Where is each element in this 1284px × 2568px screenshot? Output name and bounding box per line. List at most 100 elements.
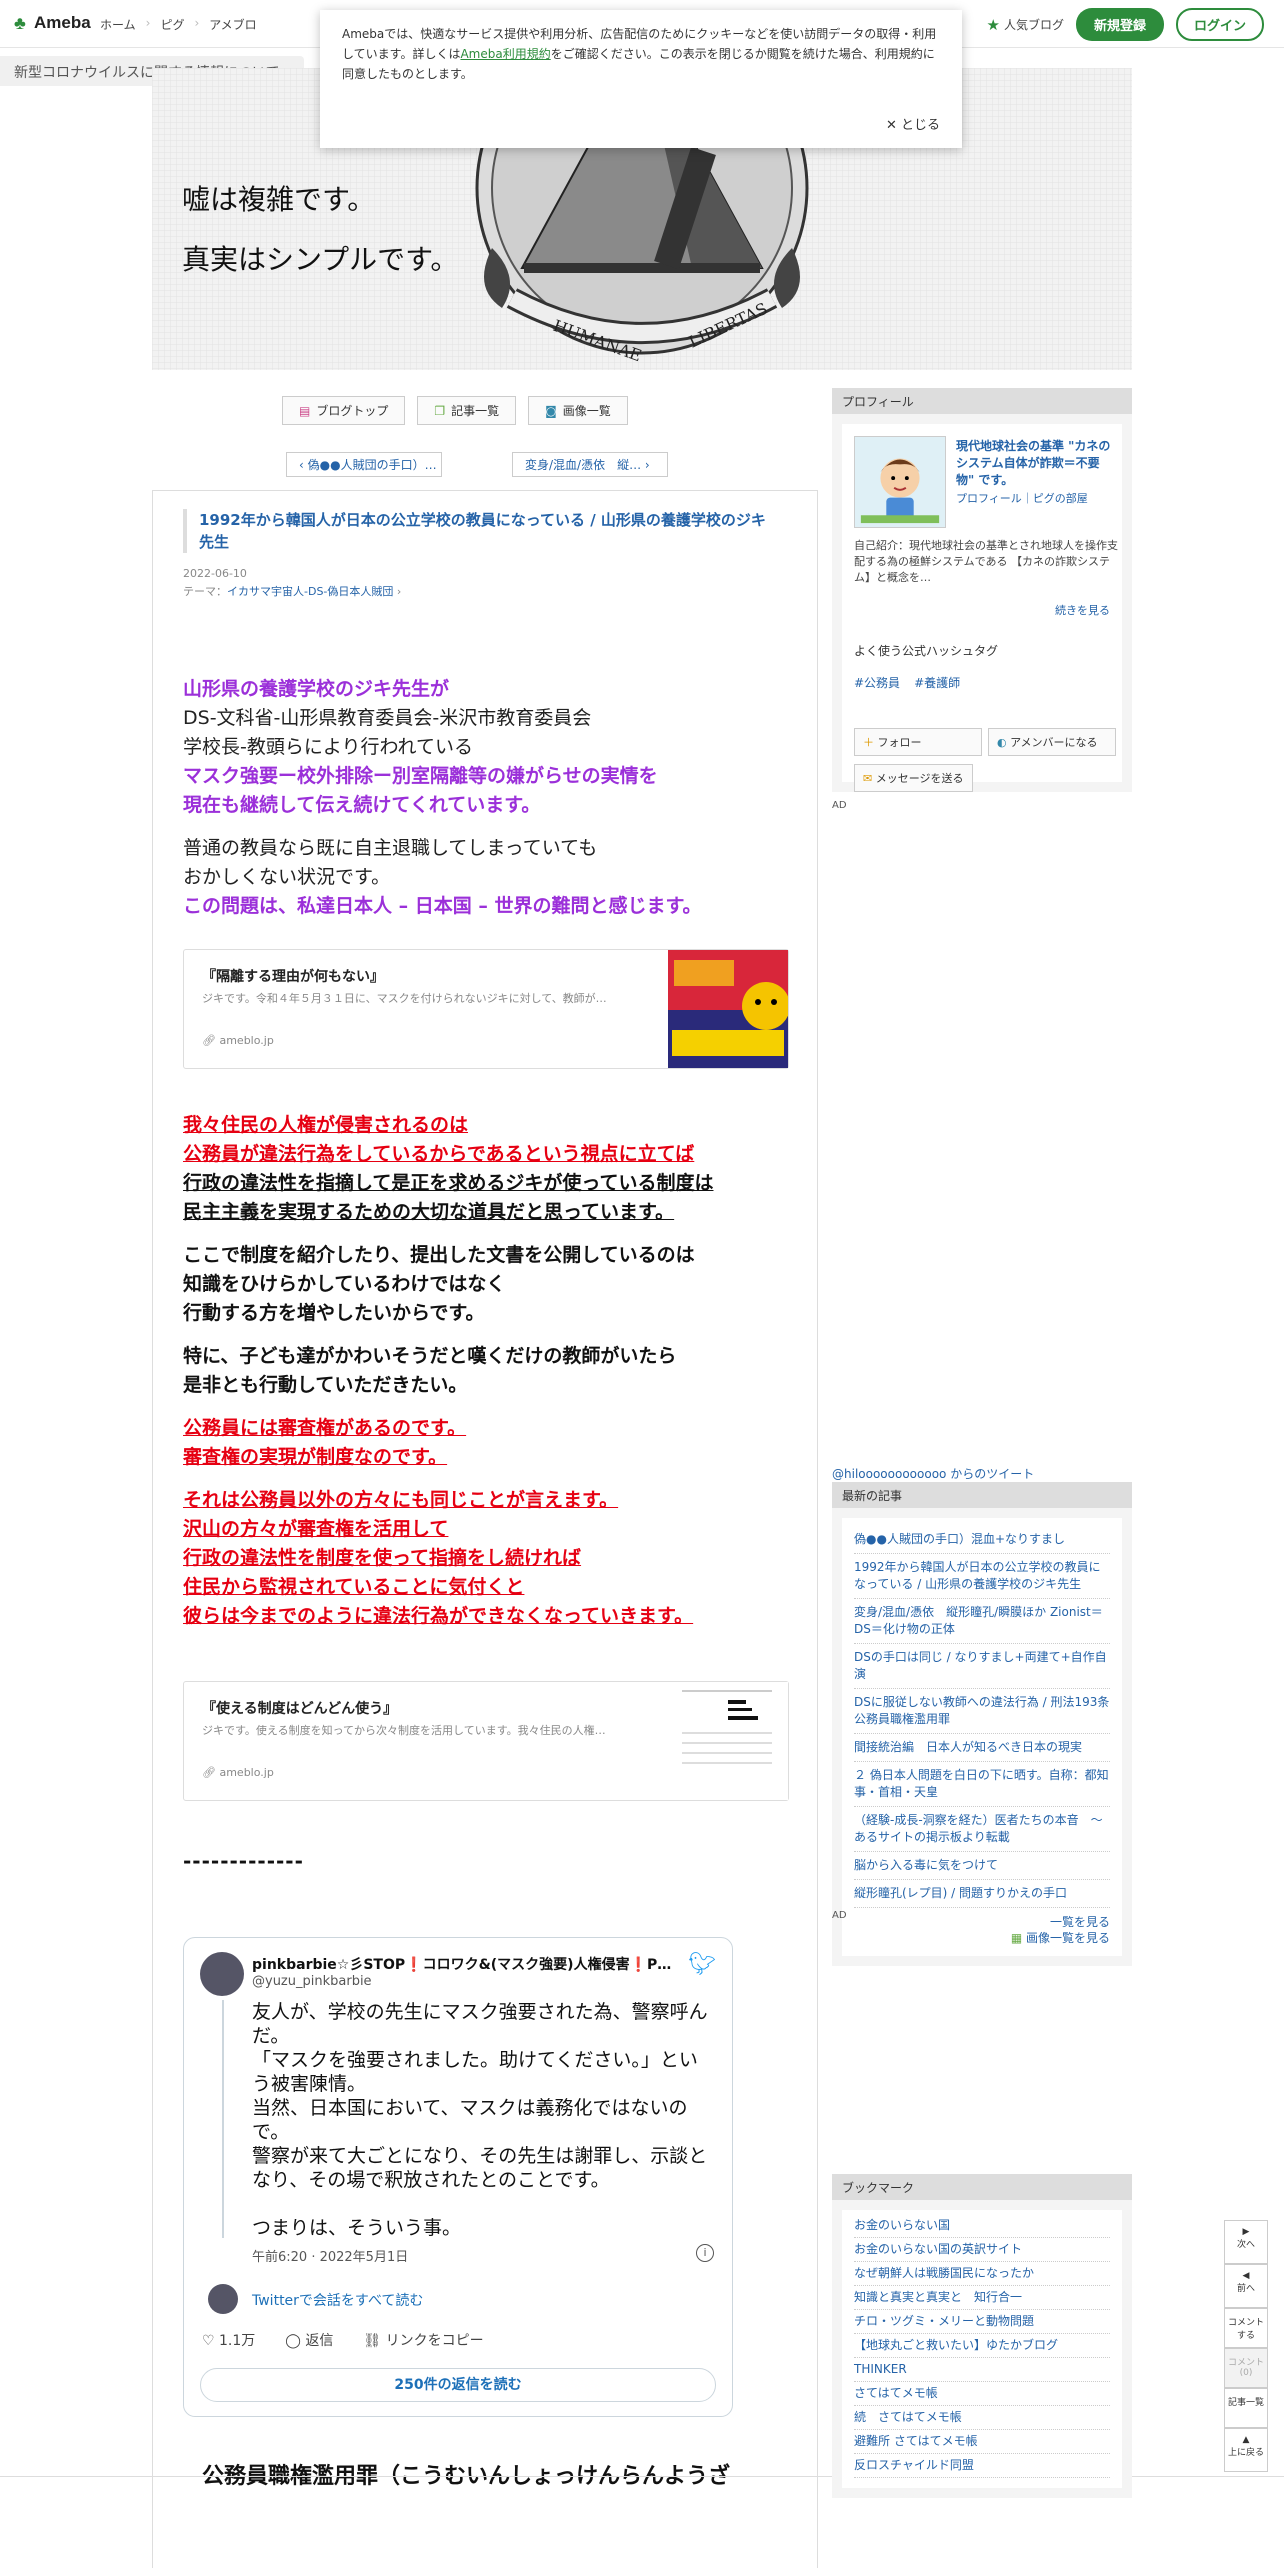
bookmark-link[interactable]: チロ・ツグミ・メリーと動物問題 [854, 2310, 1110, 2334]
card-title: 『使える制度はどんどん使う』 [202, 1701, 398, 1717]
ameba-logo-icon: ♣ [14, 13, 26, 33]
profile-card: 現代地球社会の基準 "カネのシステム自体が詐欺＝不要物" です。 プロフィール｜… [842, 424, 1122, 792]
login-button[interactable]: ログイン [1175, 8, 1264, 41]
hashtag-link[interactable]: #養護師 [914, 674, 960, 691]
bookmark-link[interactable]: 知識と真実と真実と 知行合一 [854, 2286, 1110, 2310]
bookmark-link[interactable]: 【地球丸ごと救いたい】ゆたかブログ [854, 2334, 1110, 2358]
read-replies-button[interactable]: 250件の返信を読む [200, 2368, 716, 2402]
latest-article-link[interactable]: 間接統治編 日本人が知るべき日本の現実 [854, 1734, 1110, 1762]
next-article-link[interactable]: 変身/混血/憑依 縦… › [512, 452, 668, 477]
info-icon[interactable]: i [696, 2244, 714, 2262]
text-line: 我々住民の人権が侵害されるのは [183, 1114, 469, 1136]
write-comment-button[interactable]: コメントする [1224, 2308, 1268, 2348]
write-comment-label: コメントする [1227, 2318, 1264, 2341]
profile-body: 現代地球社会の基準 "カネのシステム自体が詐欺＝不要物" です。 プロフィール｜… [832, 414, 1132, 792]
embedded-tweet[interactable]: pinkbarbie☆彡STOP❗コロワク&(マスク強要)人権侵害❗P… @yu… [183, 1937, 733, 2417]
prev-article-label: 偽●●人賊団の手口）… [307, 458, 437, 472]
banner-text-line2: 真実はシンプルです。 [182, 243, 459, 276]
next-article-button[interactable]: ▶ 次へ [1224, 2220, 1268, 2264]
latest-article-link[interactable]: 偽●●人賊団の手口）混血+なりすまし [854, 1526, 1110, 1554]
profile-links[interactable]: プロフィール｜ピグの部屋 [956, 490, 1088, 506]
view-images-label: 画像一覧を見る [1025, 1931, 1110, 1945]
send-message-button[interactable]: ✉ メッセージを送る [854, 764, 973, 792]
profile-avatar[interactable] [854, 436, 946, 528]
back-to-top-button[interactable]: ▲ 上に戻る [1224, 2428, 1268, 2472]
bookmark-link[interactable]: お金のいらない国 [854, 2214, 1110, 2238]
article-title[interactable]: 1992年から韓国人が日本の公立学校の教員になっている / 山形県の養護学校のジ… [183, 509, 773, 553]
latest-article-link[interactable]: （経験-成長-洞察を経た）医者たちの本音 ～あるサイトの掲示板より転載 [854, 1807, 1110, 1852]
latest-article-link[interactable]: 1992年から韓国人が日本の公立学校の教員になっている / 山形県の養護学校のジ… [854, 1554, 1110, 1599]
bookmark-link[interactable]: お金のいらない国の英訳サイト [854, 2238, 1110, 2262]
article-list-button[interactable]: ❐ 記事一覧 [417, 396, 517, 425]
embedded-article-card-1[interactable]: 『隔離する理由が何もない』 ジキです。令和４年５月３１日に、マスクを付けられない… [183, 949, 789, 1069]
article-list-float-button[interactable]: 記事一覧 [1224, 2388, 1268, 2428]
article-theme: テーマ：イカサマ宇宙人-DS-偽日本人賊団 › [183, 585, 402, 598]
amember-button[interactable]: ◐ アメンバーになる [988, 728, 1116, 756]
play-icon: ▶ [1242, 2227, 1250, 2237]
hashtag-list: #公務員 #養護師 [854, 674, 960, 691]
bookmark-heading: ブックマーク [832, 2174, 1132, 2200]
latest-article-link[interactable]: ２ 偽日本人問題を白日の下に晒す。自称：都知事・首相・天皇 [854, 1762, 1110, 1807]
reply-button[interactable]: ◯ 返信 [285, 2330, 333, 2350]
latest-article-link[interactable]: 変身/混血/憑依 縦形瞳孔/瞬膜ほか Zionist＝DS＝化け物の正体 [854, 1599, 1110, 1644]
tweet-avatar[interactable] [200, 1952, 244, 1996]
twitter-timeline-link[interactable]: @hiloooooooooooo からのツイート [832, 1465, 1132, 1482]
bookmark-link[interactable]: さてはてメモ帳 [854, 2382, 1110, 2406]
comment-count-button[interactable]: コメント(0) [1224, 2348, 1268, 2388]
embedded-article-card-2[interactable]: 『使える制度はどんどん使う』 ジキです。使える制度を知ってから次々制度を活用して… [183, 1681, 789, 1801]
latest-article-link[interactable]: DSに服従しない教師への違法行為 / 刑法193条公務員職権濫用罪 [854, 1689, 1110, 1734]
prev-article-link[interactable]: ‹ 偽●●人賊団の手口）… [286, 452, 442, 477]
latest-article-link[interactable]: DSの手口は同じ / なりすまし+両建て+自作自演 [854, 1644, 1110, 1689]
cookie-close-button[interactable]: ✕ とじる [886, 116, 940, 136]
latest-articles-body: 偽●●人賊団の手口）混血+なりすまし 1992年から韓国人が日本の公立学校の教員… [832, 1508, 1132, 1966]
bookmark-link[interactable]: 反ロスチャイルド同盟 [854, 2454, 1110, 2478]
reply-label: 返信 [305, 2333, 334, 2349]
profile-name[interactable]: 現代地球社会の基準 "カネのシステム自体が詐欺＝不要物" です。 [956, 438, 1116, 489]
crown-icon: ★ [986, 15, 1000, 34]
text-line: それは公務員以外の方々にも同じことが言えます。 [183, 1489, 619, 1511]
blog-top-button[interactable]: ▤ ブログトップ [282, 396, 406, 425]
follow-button[interactable]: ＋ フォロー [854, 728, 982, 756]
nav-ameblo[interactable]: アメブロ [209, 16, 256, 33]
view-images-link[interactable]: ▦ 画像一覧を見る [854, 1930, 1110, 1946]
ameba-logo[interactable]: ♣ Ameba [14, 12, 91, 34]
paragraph-3: 我々住民の人権が侵害されるのは 公務員が違法行為をしているからであるという視点に… [183, 1111, 803, 1227]
up-arrow-icon: ▲ [1242, 2435, 1250, 2445]
read-conversation-link[interactable]: Twitterで会話をすべて読む [252, 2290, 423, 2310]
bookmark-link[interactable]: 続 さてはてメモ帳 [854, 2406, 1110, 2430]
popular-blog-link[interactable]: ★ 人気ブログ [987, 16, 1064, 34]
image-list-button[interactable]: ◙ 画像一覧 [528, 396, 628, 425]
paragraph-5: 特に、子ども達がかわいそうだと嘆くだけの教師がいたら 是非とも行動していただきた… [183, 1342, 803, 1400]
home-icon: ▤ [299, 403, 311, 418]
copy-link-button[interactable]: ⛓︎ リンクをコピー [363, 2330, 483, 2350]
latest-article-link[interactable]: 脳から入る毒に気をつけて [854, 1852, 1110, 1880]
link-icon: 🔗︎ [202, 1766, 220, 1779]
nav-home[interactable]: ホーム [100, 16, 136, 33]
bookmark-link[interactable]: 避難所 さてはてメモ帳 [854, 2430, 1110, 2454]
twitter-bird-icon[interactable]: 🐦︎ [688, 1952, 716, 1977]
cookie-consent-dialog: Amebaでは、快適なサービス提供や利用分析、広告配信のためにクッキーなどを使い… [320, 10, 962, 148]
text-line: 行動する方を増やしたいからです。 [183, 1302, 485, 1324]
register-button[interactable]: 新規登録 [1075, 8, 1164, 41]
read-more-link[interactable]: 続きを見る [1055, 602, 1110, 618]
hashtag-link[interactable]: #公務員 [854, 674, 900, 691]
tweet-author-name[interactable]: pinkbarbie☆彡STOP❗コロワク&(マスク強要)人権侵害❗P… [252, 1954, 692, 1974]
tweet-author-handle[interactable]: @yuzu_pinkbarbie [252, 1974, 372, 1989]
theme-link[interactable]: イカサマ宇宙人-DS-偽日本人賊団 [227, 585, 393, 598]
article-list-label: 記事一覧 [451, 404, 500, 418]
latest-article-link[interactable]: 縦形瞳孔(レプ目) / 問題すりかえの手口 [854, 1880, 1110, 1908]
text-line: 行政の違法性を制度を使って指摘をし続ければ [183, 1547, 582, 1569]
text-line: 山形県の養護学校のジキ先生が [183, 678, 450, 700]
profile-intro: 自己紹介：現代地球社会の基準とされ地球人を操作支配する為の極鮮システムである 【… [854, 539, 1118, 584]
tweet-timestamp[interactable]: 午前6:20 · 2022年5月1日 [252, 2246, 408, 2265]
like-button[interactable]: ♡ 1.1万 [202, 2330, 255, 2350]
profile-widget: プロフィール 現代地球社会の基準 "カネのシステム自体が詐欺＝不要物" です。 … [832, 388, 1132, 792]
prev-label: 前へ [1236, 2284, 1255, 2294]
bookmark-link[interactable]: THINKER [854, 2358, 1110, 2382]
text-line: 住民から監視されていることに気付くと [183, 1576, 525, 1598]
card-description: ジキです。令和４年５月３１日に、マスクを付けられないジキに対して、教師が… [202, 992, 607, 1005]
prev-article-button[interactable]: ◀ 前へ [1224, 2264, 1268, 2308]
bookmark-link[interactable]: なぜ朝鮮人は戦勝国民になったか [854, 2262, 1110, 2286]
nav-pigg[interactable]: ピグ [160, 16, 184, 33]
terms-link[interactable]: Ameba利用規約 [460, 47, 550, 61]
